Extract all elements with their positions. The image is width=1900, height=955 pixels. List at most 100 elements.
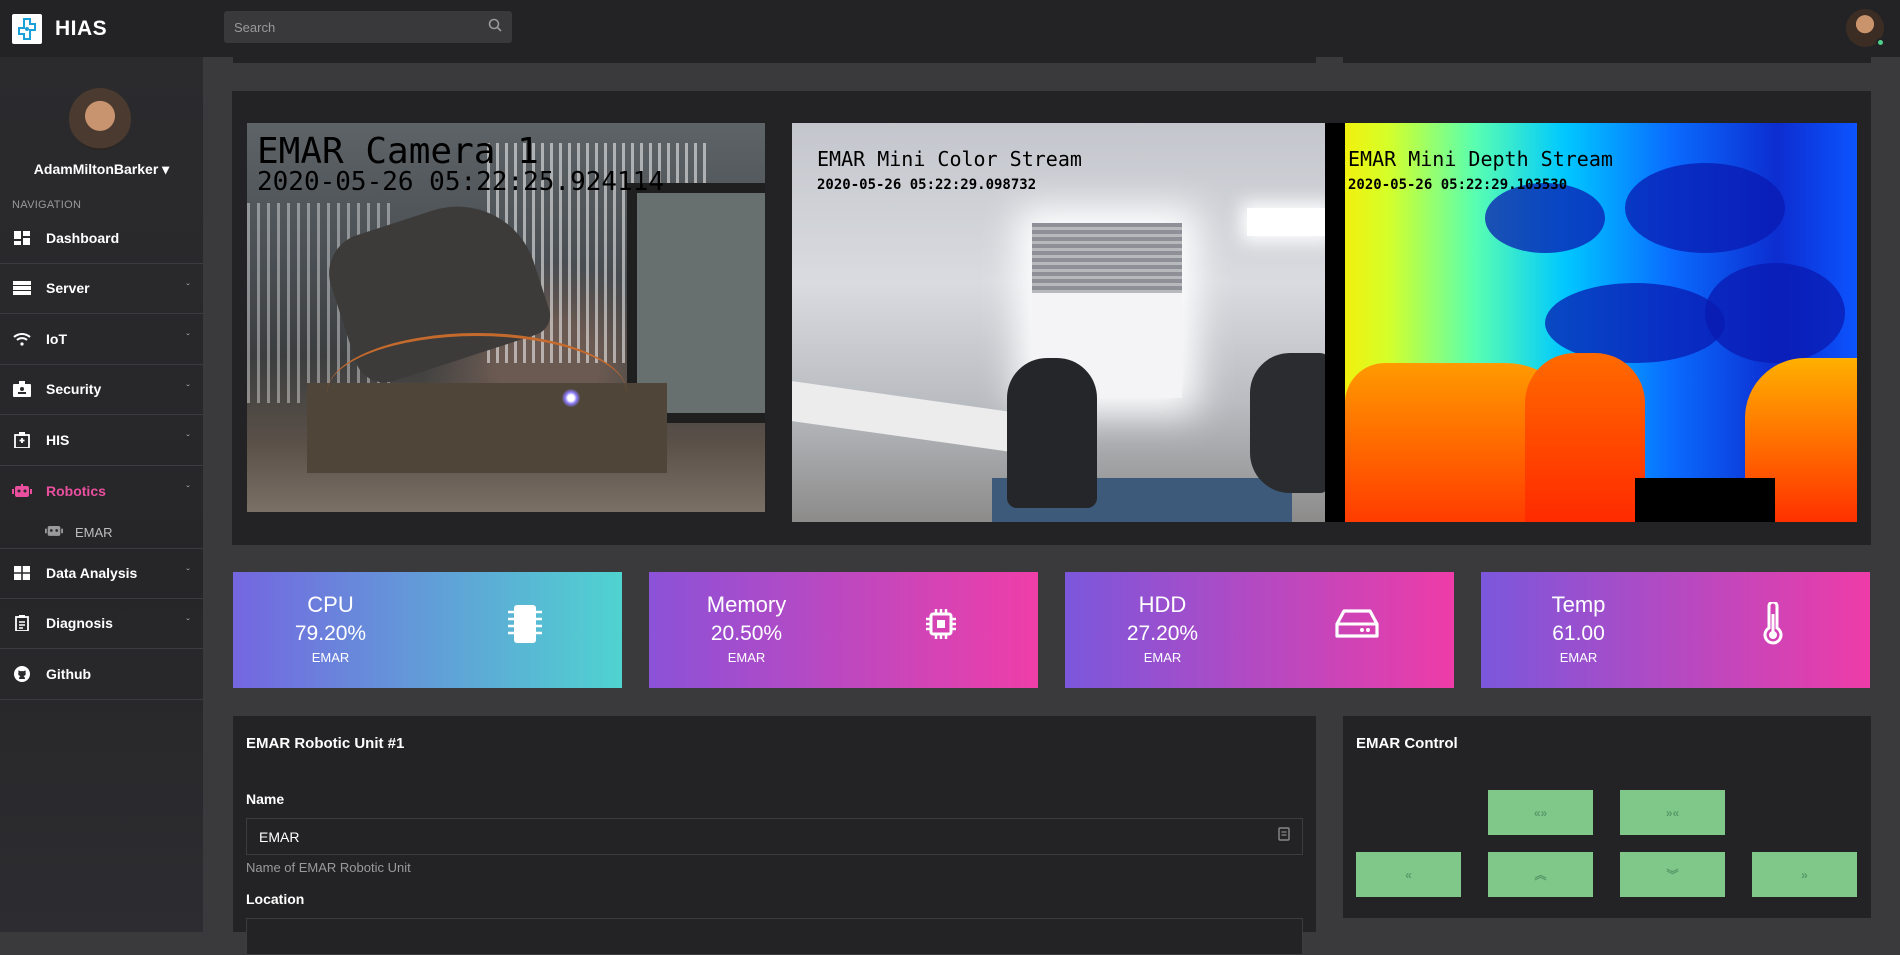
sidebar-item-iot[interactable]: IoT ˇ <box>0 314 203 365</box>
robot-icon <box>12 483 32 499</box>
left-button[interactable]: « <box>1356 852 1461 897</box>
name-field[interactable] <box>259 828 1278 845</box>
color-stream-timestamp: 2020-05-26 05:22:29.098732 <box>817 177 1037 193</box>
sidebar-item-label: Robotics <box>46 482 106 499</box>
depth-blob <box>1705 263 1845 363</box>
sidebar-item-server[interactable]: Server ˇ <box>0 264 203 314</box>
clipboard-icon <box>12 615 32 632</box>
right-button[interactable]: » <box>1752 852 1857 897</box>
stat-card-temp: Temp 61.00 EMAR <box>1481 572 1870 688</box>
search-input[interactable] <box>234 19 488 35</box>
sidebar-item-label: Server <box>46 280 90 297</box>
robotic-unit-card: EMAR Robotic Unit #1 Name Name of EMAR R… <box>233 716 1316 955</box>
color-stream[interactable]: EMAR Mini Color Stream 2020-05-26 05:22:… <box>792 123 1325 522</box>
name-label: Name <box>246 791 285 807</box>
search-box <box>224 11 512 43</box>
stat-name: HDD <box>1138 592 1187 617</box>
depth-blob <box>1485 183 1605 253</box>
camera-1-led <box>562 389 580 407</box>
down-button[interactable]: ︾ <box>1620 852 1725 897</box>
hard-drive-icon <box>1335 602 1379 646</box>
stat-value: 20.50% <box>710 622 783 645</box>
open-button[interactable]: «» <box>1488 790 1593 835</box>
sidebar-item-label: Diagnosis <box>46 615 113 632</box>
depth-stream[interactable]: EMAR Mini Depth Stream 2020-05-26 05:22:… <box>1325 123 1857 522</box>
robot-icon <box>45 524 63 540</box>
name-field-wrapper <box>246 818 1303 855</box>
depth-stream-timestamp: 2020-05-26 05:22:29.103530 <box>1348 177 1568 193</box>
location-field-wrapper <box>246 918 1303 955</box>
table-icon <box>12 565 32 581</box>
depth-region-chair <box>1525 353 1645 522</box>
search-icon[interactable] <box>488 18 502 37</box>
robotic-unit-title: EMAR Robotic Unit #1 <box>246 735 405 752</box>
chevron-down-icon: ˇ <box>186 434 190 446</box>
sidebar-nav: Dashboard Server ˇ IoT ˇ Security ˇ HIS … <box>0 213 203 700</box>
sidebar-item-security[interactable]: Security ˇ <box>0 365 203 415</box>
sidebar-item-label: Data Analysis <box>46 565 138 582</box>
github-icon <box>12 665 32 682</box>
stat-sub: EMAR <box>1143 650 1182 665</box>
depth-stream-title: EMAR Mini Depth Stream <box>1348 147 1613 171</box>
online-status-dot <box>1876 38 1885 47</box>
location-label: Location <box>246 891 305 907</box>
color-stream-chair-2 <box>1250 353 1325 493</box>
card-top-left-partial <box>233 57 1316 63</box>
user-avatar[interactable] <box>1846 9 1885 47</box>
microchip-icon <box>503 602 547 646</box>
sidebar-item-robotics[interactable]: Robotics ˇ <box>0 466 203 517</box>
depth-blob <box>1625 163 1785 253</box>
camera-streams-panel: EMAR Camera 1 2020-05-26 05:22:25.924114… <box>232 91 1871 545</box>
depth-shadow-left <box>1325 123 1345 522</box>
sidebar-item-data-analysis[interactable]: Data Analysis ˇ <box>0 548 203 599</box>
emar-control-title: EMAR Control <box>1356 735 1458 752</box>
id-badge-icon <box>12 381 32 398</box>
profile-avatar[interactable] <box>69 88 131 150</box>
sidebar-item-dashboard[interactable]: Dashboard <box>0 213 203 264</box>
stat-name: Memory <box>706 592 787 617</box>
brand-logo-icon <box>12 13 42 44</box>
stat-sub: EMAR <box>1559 650 1598 665</box>
dashboard-icon <box>12 230 32 246</box>
stat-value: 27.20% <box>1126 622 1199 645</box>
profile-name-dropdown[interactable]: AdamMiltonBarker ▾ <box>0 161 203 178</box>
stat-card-memory: Memory 20.50% EMAR <box>649 572 1038 688</box>
camera-1-wires <box>327 333 627 453</box>
stat-name: Temp <box>1551 592 1606 617</box>
stat-sub: EMAR <box>311 650 350 665</box>
sidebar-item-his[interactable]: HIS ˇ <box>0 415 203 466</box>
close-button[interactable]: »« <box>1620 790 1725 835</box>
name-help-text: Name of EMAR Robotic Unit <box>246 860 411 875</box>
emar-control-card: EMAR Control «» »« « ︽ ︾ » <box>1343 716 1871 918</box>
camera-1-stream[interactable]: EMAR Camera 1 2020-05-26 05:22:25.924114 <box>247 123 765 512</box>
chevron-down-icon: ˇ <box>186 485 190 497</box>
server-icon <box>12 280 32 296</box>
card-top-right-partial <box>1343 57 1871 63</box>
sidebar-subitem-emar[interactable]: EMAR <box>0 516 203 548</box>
nav-heading: NAVIGATION <box>12 199 82 211</box>
stat-value: 79.20% <box>294 622 367 645</box>
stat-sub: EMAR <box>727 650 766 665</box>
up-button[interactable]: ︽ <box>1488 852 1593 897</box>
chevron-down-icon: ˇ <box>186 383 190 395</box>
camera-1-timestamp: 2020-05-26 05:22:25.924114 <box>257 167 664 197</box>
location-field[interactable] <box>259 928 1290 945</box>
memory-chip-icon <box>919 602 963 646</box>
camera-1-title: EMAR Camera 1 <box>257 131 539 172</box>
contact-card-icon <box>1278 827 1290 846</box>
sidebar: AdamMiltonBarker ▾ NAVIGATION Dashboard … <box>0 57 203 932</box>
sidebar-item-label: Security <box>46 381 102 398</box>
sidebar-item-label: Dashboard <box>46 229 120 246</box>
sidebar-item-label: IoT <box>46 330 67 347</box>
stat-name: CPU <box>307 592 354 617</box>
sidebar-item-github[interactable]: Github <box>0 649 203 700</box>
sidebar-item-label: HIS <box>46 431 70 448</box>
stat-card-cpu: CPU 79.20% EMAR <box>233 572 622 688</box>
chevron-down-icon: ˇ <box>186 282 190 294</box>
brand[interactable]: HIAS <box>0 0 203 57</box>
sidebar-item-diagnosis[interactable]: Diagnosis ˇ <box>0 599 203 649</box>
sidebar-item-label: Github <box>46 665 92 682</box>
sidebar-subitem-label: EMAR <box>75 524 113 540</box>
hospital-icon <box>12 431 32 448</box>
thermometer-icon <box>1751 602 1795 646</box>
